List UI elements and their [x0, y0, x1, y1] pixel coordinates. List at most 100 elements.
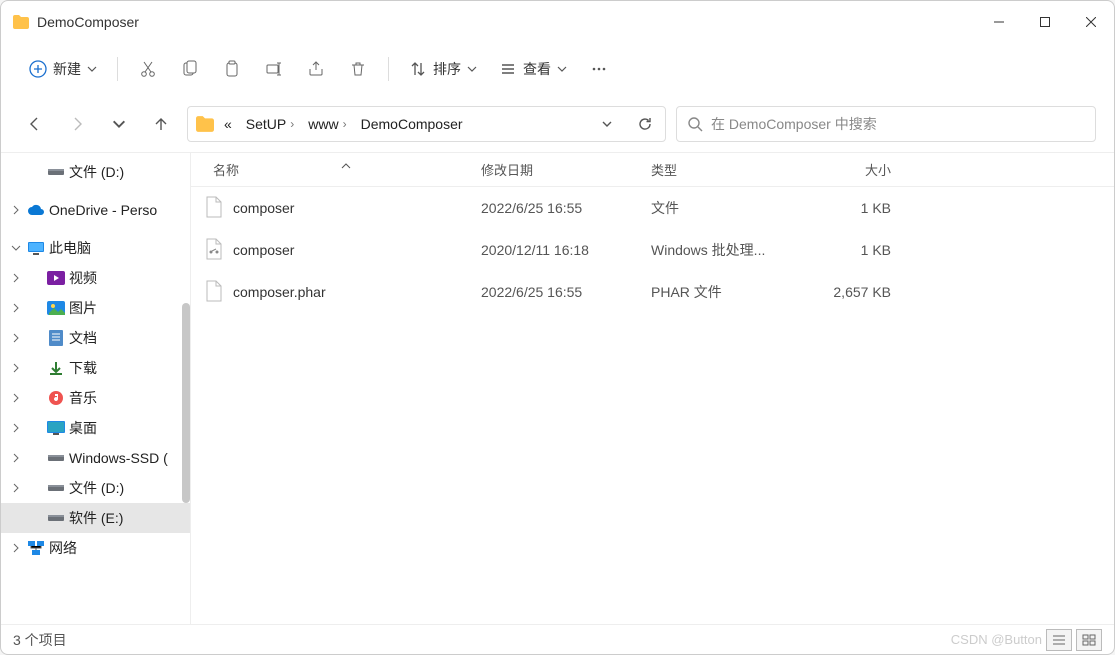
tree-item[interactable]: 桌面 [1, 413, 190, 443]
tree-item[interactable]: 图片 [1, 293, 190, 323]
drive-icon [47, 509, 65, 527]
status-bar: 3 个项目 CSDN @Button [1, 624, 1114, 654]
tree-item[interactable]: 此电脑 [1, 233, 190, 263]
twist-icon[interactable] [9, 451, 23, 465]
file-date: 2022/6/25 16:55 [471, 284, 641, 300]
tree-item-label: 文档 [69, 328, 97, 348]
file-date: 2022/6/25 16:55 [471, 200, 641, 216]
file-row[interactable]: composer2022/6/25 16:55文件1 KB [191, 187, 1114, 229]
file-icon [205, 280, 223, 305]
tree-item-label: 视频 [69, 268, 97, 288]
docs-icon [47, 329, 65, 347]
maximize-button[interactable] [1022, 6, 1068, 38]
cut-button[interactable] [128, 51, 168, 87]
twist-icon[interactable] [9, 203, 23, 217]
sort-button[interactable]: 排序 [399, 53, 487, 85]
tree-item[interactable]: 网络 [1, 533, 190, 563]
network-icon [27, 539, 45, 557]
copy-button[interactable] [170, 51, 210, 87]
view-icon [499, 60, 517, 78]
search-input[interactable] [711, 116, 1085, 132]
new-button[interactable]: 新建 [19, 53, 107, 85]
rename-button[interactable] [254, 51, 294, 87]
twist-icon[interactable] [9, 481, 23, 495]
tree-item[interactable]: 音乐 [1, 383, 190, 413]
file-rows: composer2022/6/25 16:55文件1 KBcomposer202… [191, 187, 1114, 624]
paste-button[interactable] [212, 51, 252, 87]
nav-back-button[interactable] [19, 108, 51, 140]
plus-circle-icon [29, 60, 47, 78]
tree-item[interactable]: 文档 [1, 323, 190, 353]
new-label: 新建 [53, 59, 81, 79]
column-type[interactable]: 类型 [641, 160, 801, 179]
file-row[interactable]: composer2020/12/11 16:18Windows 批处理...1 … [191, 229, 1114, 271]
breadcrumb-item[interactable]: SetUP › [242, 114, 298, 134]
chevron-down-icon [87, 64, 97, 74]
share-button[interactable] [296, 51, 336, 87]
address-bar[interactable]: « SetUP › www › DemoComposer [187, 106, 666, 142]
twist-icon[interactable] [9, 421, 23, 435]
nav-up-button[interactable] [145, 108, 177, 140]
column-name[interactable]: 名称 [191, 160, 471, 179]
picture-icon [47, 299, 65, 317]
twist-icon[interactable] [9, 165, 23, 179]
nav-recent-button[interactable] [103, 108, 135, 140]
tree-item[interactable]: 视频 [1, 263, 190, 293]
window-title: DemoComposer [37, 14, 976, 30]
tree-item-label: OneDrive - Perso [49, 202, 157, 218]
twist-icon[interactable] [9, 511, 23, 525]
chevron-down-icon [467, 64, 477, 74]
twist-icon[interactable] [9, 361, 23, 375]
refresh-button[interactable] [629, 108, 661, 140]
tree-item[interactable]: 文件 (D:) [1, 473, 190, 503]
twist-icon[interactable] [9, 271, 23, 285]
sort-icon [409, 60, 427, 78]
tree-item-label: 下载 [69, 358, 97, 378]
twist-icon[interactable] [9, 541, 23, 555]
file-icon [205, 196, 223, 221]
breadcrumb-item[interactable]: DemoComposer [357, 114, 467, 134]
nav-forward-button[interactable] [61, 108, 93, 140]
titlebar: DemoComposer [1, 1, 1114, 43]
toolbar-divider [388, 57, 389, 81]
breadcrumb-ellipsis[interactable]: « [220, 114, 236, 134]
delete-button[interactable] [338, 51, 378, 87]
file-list: 名称 修改日期 类型 大小 composer2022/6/25 16:55文件1… [191, 153, 1114, 624]
item-count: 3 个项目 [13, 630, 67, 650]
file-name: composer [233, 242, 294, 258]
file-size: 1 KB [801, 200, 911, 216]
twist-icon[interactable] [9, 241, 23, 255]
navigation-tree[interactable]: 文件 (D:) OneDrive - Perso 此电脑视频图片文档下载音乐桌面 Wi… [1, 153, 191, 624]
tree-item-label: 音乐 [69, 388, 97, 408]
close-button[interactable] [1068, 6, 1114, 38]
drive-icon [47, 163, 65, 181]
address-dropdown-button[interactable] [591, 108, 623, 140]
tree-item[interactable]: Windows-SSD ( [1, 443, 190, 473]
view-button[interactable]: 查看 [489, 53, 577, 85]
file-type: Windows 批处理... [641, 240, 801, 260]
breadcrumb-item[interactable]: www › [304, 114, 350, 134]
file-size: 1 KB [801, 242, 911, 258]
thumbnails-view-button[interactable] [1076, 629, 1102, 651]
tree-item[interactable]: 文件 (D:) [1, 157, 190, 187]
tree-item[interactable]: 软件 (E:) [1, 503, 190, 533]
tree-item-label: 文件 (D:) [69, 162, 124, 182]
search-box[interactable] [676, 106, 1096, 142]
command-toolbar: 新建 排序 查看 [1, 43, 1114, 95]
minimize-button[interactable] [976, 6, 1022, 38]
details-view-button[interactable] [1046, 629, 1072, 651]
twist-icon[interactable] [9, 331, 23, 345]
file-size: 2,657 KB [801, 284, 911, 300]
twist-icon[interactable] [9, 301, 23, 315]
more-button[interactable] [579, 51, 619, 87]
tree-item[interactable]: OneDrive - Perso [1, 195, 190, 225]
column-date[interactable]: 修改日期 [471, 160, 641, 179]
column-size[interactable]: 大小 [801, 160, 911, 179]
file-row[interactable]: composer.phar2022/6/25 16:55PHAR 文件2,657… [191, 271, 1114, 313]
scrollbar-thumb[interactable] [182, 303, 190, 503]
tree-item[interactable]: 下载 [1, 353, 190, 383]
sort-ascending-icon [341, 157, 351, 173]
twist-icon[interactable] [9, 391, 23, 405]
tree-item-label: Windows-SSD ( [69, 450, 168, 466]
file-icon [205, 238, 223, 263]
